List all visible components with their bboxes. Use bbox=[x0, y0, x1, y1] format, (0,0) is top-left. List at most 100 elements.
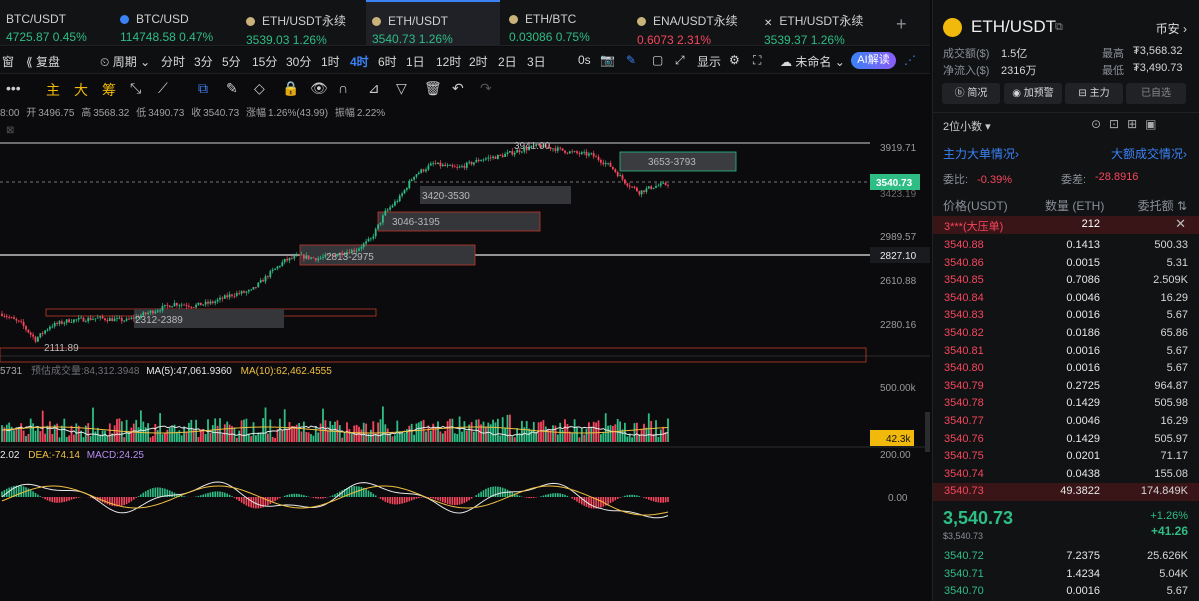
ask-row[interactable]: 3540.79 0.2725 964.87 bbox=[933, 378, 1199, 396]
camera-icon[interactable]: 📷 bbox=[600, 53, 615, 67]
period-dropdown[interactable]: ⏲ 周期 ⌄ bbox=[100, 53, 150, 70]
undo-icon[interactable]: ↶ bbox=[452, 80, 464, 97]
exchange-dropdown[interactable]: 币安 › bbox=[1156, 20, 1187, 37]
pressure-row[interactable]: 3***(大压单) 212 ✕ bbox=[933, 216, 1199, 234]
select-tool-icon[interactable]: ⧉ bbox=[198, 80, 208, 97]
tab-btc-usdt[interactable]: BTC/USDT 4725.87 0.45% bbox=[0, 0, 110, 46]
redo-icon[interactable]: ↷ bbox=[480, 80, 492, 97]
interval-4[interactable]: 15分 bbox=[252, 53, 277, 70]
ask-row[interactable]: 3540.73 49.3822 174.849K bbox=[933, 483, 1199, 501]
interval-5[interactable]: 30分 bbox=[286, 53, 311, 70]
interval-6[interactable]: 1时 bbox=[321, 53, 340, 70]
magnet-icon[interactable]: ∩ bbox=[338, 80, 348, 96]
main-big-link[interactable]: 主力大单情况› bbox=[943, 145, 1019, 162]
col-total[interactable]: 委托额 ⇅ bbox=[1138, 197, 1187, 214]
close-icon[interactable]: ✕ bbox=[1175, 216, 1186, 232]
ruler-icon[interactable]: ⊿ bbox=[368, 80, 380, 97]
ask-row[interactable]: 3540.85 0.7086 2.509K bbox=[933, 272, 1199, 290]
candle-body bbox=[89, 317, 92, 320]
tab-eth-usdt[interactable]: ETH/USDT 3540.73 1.26% bbox=[366, 0, 500, 46]
book-view-icons[interactable]: ⊙⊡⊞▣ bbox=[1091, 117, 1165, 131]
bid-row[interactable]: 3540.70 0.0016 5.67 bbox=[933, 583, 1199, 601]
expand-icon[interactable]: ⤢ bbox=[675, 53, 685, 68]
line-tool-icon[interactable]: ⟋ bbox=[158, 80, 168, 97]
ask-row[interactable]: 3540.86 0.0015 5.31 bbox=[933, 255, 1199, 273]
macd-bar bbox=[34, 492, 37, 497]
kline-chart[interactable]: 3653-3793 3420-3530 3046-3195 2813-2975 … bbox=[0, 102, 930, 601]
eye-icon[interactable]: 👁 bbox=[310, 80, 328, 97]
macd-bar bbox=[204, 493, 207, 497]
main-chips-button[interactable]: 主 bbox=[46, 80, 60, 100]
interval-11[interactable]: 2时 bbox=[469, 53, 488, 70]
ask-row[interactable]: 3540.75 0.0201 71.17 bbox=[933, 448, 1199, 466]
layout-dropdown[interactable]: ☁ 未命名 ⌄ bbox=[780, 53, 845, 70]
window-button[interactable]: 窗 bbox=[2, 53, 14, 70]
big-trades-link[interactable]: 大额成交情况› bbox=[1111, 145, 1187, 162]
ask-row[interactable]: 3540.74 0.0438 155.08 bbox=[933, 466, 1199, 484]
interval-12[interactable]: 2日 bbox=[498, 53, 517, 70]
candle-body bbox=[561, 148, 564, 151]
ask-row[interactable]: 3540.83 0.0016 5.67 bbox=[933, 307, 1199, 325]
collapse-icon[interactable]: ⊠ bbox=[6, 125, 14, 136]
main-force-button[interactable]: ⊟ 主力 bbox=[1065, 83, 1123, 104]
add-tab-button[interactable]: + bbox=[896, 14, 907, 35]
copy-icon[interactable]: ⧉ bbox=[1055, 21, 1063, 34]
chart-canvas[interactable]: 3653-3793 3420-3530 3046-3195 2813-2975 … bbox=[0, 102, 930, 601]
tab-eth-btc[interactable]: ETH/BTC 0.03086 0.75% bbox=[503, 0, 627, 46]
eraser-icon[interactable]: ◇ bbox=[254, 80, 265, 97]
more-button[interactable]: ••• bbox=[6, 80, 21, 96]
share-icon[interactable]: ⋰ bbox=[904, 53, 916, 67]
seconds-button[interactable]: 0s bbox=[578, 53, 591, 67]
volume-bar bbox=[245, 418, 248, 442]
candle-body bbox=[180, 304, 183, 306]
interval-10[interactable]: 12时 bbox=[436, 53, 461, 70]
interval-2[interactable]: 3分 bbox=[194, 53, 213, 70]
interval-13[interactable]: 3日 bbox=[527, 53, 546, 70]
tab-eth-usdt-[interactable]: ETH/USDT永续 3539.03 1.26% bbox=[240, 0, 362, 47]
range-box[interactable] bbox=[0, 347, 867, 363]
settings-icon[interactable]: ⚙ bbox=[729, 53, 740, 67]
interval-9[interactable]: 1日 bbox=[406, 53, 425, 70]
tab-ena-usdt-[interactable]: ENA/USDT永续 0.6073 2.31% bbox=[631, 0, 755, 47]
candle-body bbox=[470, 161, 473, 165]
chip-dist-button[interactable]: 筹 bbox=[102, 80, 116, 100]
volume-bar bbox=[552, 425, 554, 442]
ai-interpret-button[interactable]: AI解读 bbox=[851, 52, 896, 69]
ask-row[interactable]: 3540.76 0.1429 505.97 bbox=[933, 431, 1199, 449]
row-total: 16.29 bbox=[1160, 291, 1188, 304]
bid-row[interactable]: 3540.71 1.4234 5.04K bbox=[933, 566, 1199, 584]
add-alert-button[interactable]: ◉ 加预警 bbox=[1004, 83, 1062, 104]
pen-icon[interactable]: ✎ bbox=[626, 53, 636, 67]
scroll-handle[interactable] bbox=[925, 412, 930, 452]
decimals-dropdown[interactable]: 2位小数 ▾ bbox=[943, 118, 991, 134]
ask-row[interactable]: 3540.80 0.0016 5.67 bbox=[933, 360, 1199, 378]
ask-row[interactable]: 3540.81 0.0016 5.67 bbox=[933, 343, 1199, 361]
pencil-icon[interactable]: ✎ bbox=[226, 80, 238, 97]
filter-icon[interactable]: ▽ bbox=[396, 80, 407, 97]
tab-btc-usd[interactable]: BTC/USD 114748.58 0.47% bbox=[114, 0, 236, 46]
interval-3[interactable]: 5分 bbox=[222, 53, 241, 70]
summary-button[interactable]: ⓑ 简况 bbox=[942, 83, 1000, 104]
fullscreen-icon[interactable]: ⛶ bbox=[753, 53, 761, 68]
trash-icon[interactable]: 🗑 bbox=[424, 80, 442, 97]
ask-row[interactable]: 3540.84 0.0046 16.29 bbox=[933, 290, 1199, 308]
bid-row[interactable]: 3540.72 7.2375 25.626K bbox=[933, 548, 1199, 566]
watchlist-button[interactable]: 已自选 bbox=[1126, 83, 1186, 104]
volume-bar bbox=[647, 413, 650, 442]
crosshair-icon[interactable]: ⤡ bbox=[130, 80, 141, 97]
display-button[interactable]: 显示 bbox=[697, 53, 721, 70]
ask-row[interactable]: 3540.88 0.1413 500.33 bbox=[933, 237, 1199, 255]
interval-7[interactable]: 4时 bbox=[350, 53, 369, 70]
frame-icon[interactable]: ▢ bbox=[652, 53, 663, 67]
interval-8[interactable]: 6时 bbox=[378, 53, 397, 70]
ask-row[interactable]: 3540.82 0.0186 65.86 bbox=[933, 325, 1199, 343]
volume-bar bbox=[63, 418, 66, 442]
tab-eth-usdt-[interactable]: ✕ ETH/USDT永续 3539.37 1.26% bbox=[758, 0, 884, 47]
replay-button[interactable]: ⟪ 复盘 bbox=[26, 53, 60, 70]
interval-1[interactable]: 分时 bbox=[161, 53, 185, 70]
lock-icon[interactable]: 🔒 bbox=[282, 80, 299, 97]
big-order-button[interactable]: 大 bbox=[74, 80, 88, 100]
ask-row[interactable]: 3540.78 0.1429 505.98 bbox=[933, 395, 1199, 413]
candlesticks[interactable] bbox=[1, 142, 669, 344]
ask-row[interactable]: 3540.77 0.0046 16.29 bbox=[933, 413, 1199, 431]
